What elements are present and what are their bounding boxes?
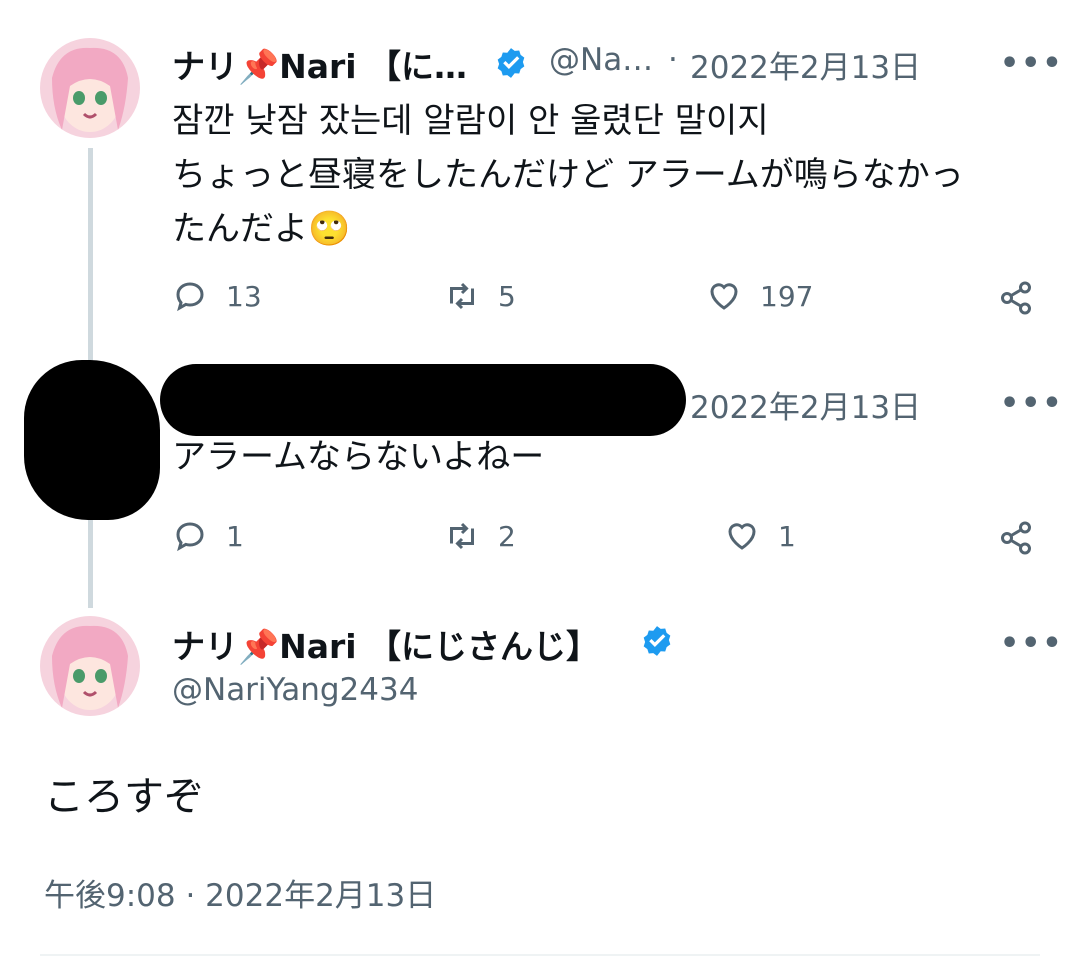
redacted-avatar — [24, 360, 160, 520]
avatar[interactable] — [40, 616, 140, 716]
reply-text: アラームならないよねー — [172, 437, 545, 477]
retweet-button[interactable]: 2 — [444, 518, 516, 554]
like-button[interactable]: 197 — [706, 278, 813, 314]
avatar-image — [40, 38, 140, 138]
reply-icon — [176, 522, 204, 552]
tweet1-text-line3: たんだよ — [172, 209, 308, 249]
main-timestamp[interactable]: 午後9:08 · 2022年2月13日 — [44, 870, 436, 915]
retweet-count: 2 — [498, 519, 516, 553]
tweet1-handle[interactable]: @Na… — [549, 42, 653, 78]
like-count: 197 — [760, 279, 814, 313]
tweet1-display-name[interactable]: ナリ📌Nari 【に… — [172, 40, 467, 88]
redacted-username — [160, 364, 686, 436]
retweet-button[interactable]: 5 — [444, 278, 516, 314]
main-display-name[interactable]: ナリ📌Nari 【にじさんじ】 — [172, 620, 599, 668]
reply-button[interactable]: 13 — [172, 278, 262, 314]
tweet1-text: 잠깐 낮잠 잤는데 알람이 안 울렸단 말이지 ちょっと昼寝をしたんだけど アラ… — [172, 94, 1052, 256]
tweet1-text-line2: ちょっと昼寝をしたんだけど アラームが鳴らなかっ — [172, 155, 964, 195]
retweet-icon — [450, 522, 474, 550]
avatar-image — [40, 616, 140, 716]
reply-count: 13 — [226, 279, 262, 313]
heart-icon — [710, 283, 738, 310]
more-options-button[interactable]: ••• — [1000, 46, 1064, 81]
more-options-button[interactable]: ••• — [1000, 386, 1064, 421]
reply-count: 1 — [226, 519, 244, 553]
divider — [40, 954, 1040, 956]
reply-icon — [176, 282, 204, 312]
retweet-icon — [450, 282, 474, 310]
tweet1-text-line3-row: たんだよ🙄 — [172, 202, 1052, 256]
main-handle[interactable]: @NariYang2434 — [172, 672, 418, 708]
like-button[interactable]: 1 — [724, 518, 796, 554]
retweet-count: 5 — [498, 279, 516, 313]
verified-badge-icon — [497, 48, 525, 78]
reply-button[interactable]: 1 — [172, 518, 244, 554]
reply-date[interactable]: 2022年2月13日 — [690, 382, 921, 427]
heart-icon — [728, 523, 756, 550]
more-options-button[interactable]: ••• — [1000, 626, 1064, 661]
share-icon[interactable] — [998, 520, 1034, 556]
tweet1-text-line1: 잠깐 낮잠 잤는데 알람이 안 울렸단 말이지 — [172, 101, 769, 141]
main-tweet-text: ころすぞ — [44, 774, 204, 820]
avatar[interactable] — [40, 38, 140, 138]
tweet1-separator: · — [668, 42, 678, 78]
tweet1-date[interactable]: 2022年2月13日 — [690, 42, 921, 87]
verified-badge-icon — [643, 626, 671, 656]
eye-roll-emoji: 🙄 — [308, 209, 351, 249]
share-icon[interactable] — [998, 280, 1034, 316]
like-count: 1 — [778, 519, 796, 553]
